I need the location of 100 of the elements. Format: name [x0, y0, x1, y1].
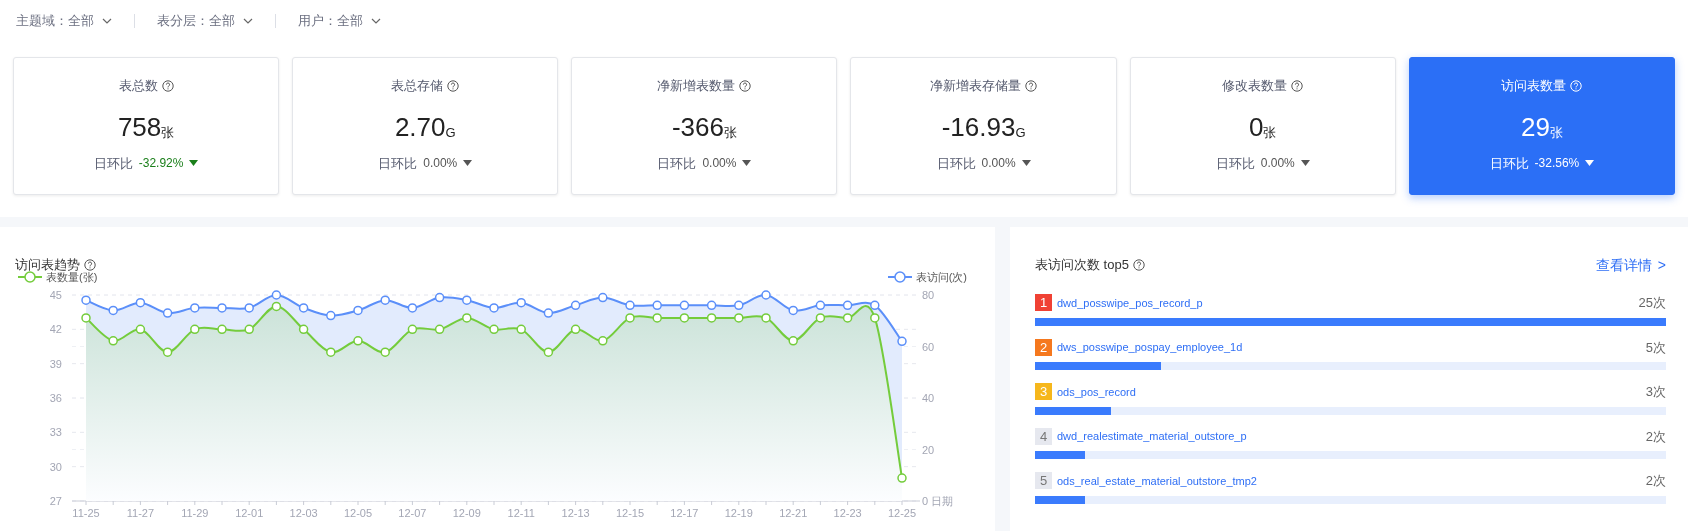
point — [706, 313, 717, 323]
filter-dropdown[interactable]: 用户：全部 — [298, 11, 381, 31]
axis-label: 12-19 — [724, 507, 753, 519]
filter-dropdown[interactable]: 表分层：全部 — [157, 11, 253, 31]
axis-label: 12-17 — [670, 507, 699, 519]
point — [761, 290, 771, 300]
point — [135, 297, 146, 308]
point — [598, 336, 608, 346]
axis-label: 12-05 — [343, 507, 373, 519]
change-label: 日环比 — [1489, 154, 1529, 173]
change-label: 日环比 — [657, 154, 697, 173]
card-value: 2.70 — [394, 111, 446, 142]
table-name-link[interactable]: dwd_realestimate_material_outstore_p — [1057, 428, 1247, 445]
chevron-down-icon — [371, 18, 381, 24]
point — [788, 336, 798, 346]
point — [380, 347, 390, 357]
down-triangle-icon — [742, 160, 752, 167]
point — [570, 300, 581, 311]
chevron-down-icon — [243, 18, 253, 24]
point — [434, 324, 445, 335]
point — [190, 303, 200, 313]
change-value: -32.56% — [1534, 155, 1580, 173]
change-value: -32.92% — [138, 155, 184, 173]
card-title: 修改表数量 — [1222, 77, 1288, 95]
axis-label: 12-13 — [561, 507, 590, 519]
axis-label: 11-25 — [72, 507, 100, 519]
legend-marker-icon — [18, 271, 42, 284]
point — [353, 336, 363, 346]
help-icon — [84, 259, 96, 271]
card-value: -366 — [671, 111, 724, 142]
axis-label: 45 — [49, 289, 62, 301]
point — [815, 300, 826, 311]
card-title: 表总数 — [118, 77, 158, 95]
axis-label: 12-03 — [289, 507, 318, 519]
point — [353, 305, 363, 316]
point — [734, 313, 744, 323]
axis-label: 12-25 — [887, 507, 917, 519]
axis-label: 36 — [49, 392, 62, 404]
table-name-link[interactable]: dws_posswipe_pospay_employee_1d — [1057, 339, 1243, 356]
point — [652, 313, 662, 323]
point — [679, 313, 690, 323]
point — [108, 305, 118, 316]
axis-label: 12-23 — [833, 507, 862, 519]
point — [271, 301, 282, 312]
axis-label: 20 — [922, 443, 935, 456]
table-name-link[interactable]: ods_pos_record — [1057, 383, 1136, 400]
table-name-link[interactable]: ods_real_estate_material_outstore_tmp2 — [1057, 472, 1257, 489]
point — [788, 305, 798, 316]
stat-card[interactable]: 净新增表数量 -366张 日环比 0.00% — [571, 57, 838, 195]
panel-title: 表访问次数 top5 — [1035, 256, 1129, 275]
help-icon — [1570, 79, 1583, 92]
change-value: 0.00% — [702, 155, 737, 173]
point — [135, 324, 146, 335]
change-value: 0.00% — [423, 155, 458, 173]
card-title: 净新增表存储量 — [930, 77, 1022, 95]
unit-label: 张 — [1263, 124, 1277, 142]
point — [407, 303, 418, 313]
point — [298, 303, 309, 313]
point — [434, 292, 445, 303]
point — [516, 297, 526, 308]
point — [462, 295, 472, 305]
stat-card[interactable]: 净新增表存储量 -16.93G 日环比 0.00% — [850, 57, 1117, 195]
point — [734, 300, 744, 311]
axis-label: 12-11 — [507, 507, 535, 519]
point — [543, 347, 554, 357]
point — [462, 313, 472, 323]
point — [489, 303, 499, 313]
unit-label: G — [1015, 124, 1026, 142]
point — [380, 295, 390, 305]
point — [516, 324, 526, 335]
axis-label: 11-27 — [126, 507, 155, 519]
point — [407, 324, 418, 335]
rank-badge: 3 — [1035, 383, 1052, 401]
view-details-link[interactable]: 查看详情 > — [1595, 254, 1666, 276]
down-triangle-icon — [463, 160, 473, 167]
stat-card[interactable]: 表总数 758张 日环比 -32.92% — [13, 57, 280, 195]
card-title: 净新增表数量 — [657, 77, 736, 95]
card-title: 表总存储 — [391, 77, 444, 95]
point — [815, 313, 826, 323]
point — [706, 300, 717, 311]
help-icon — [447, 79, 460, 92]
change-label: 日环比 — [936, 154, 976, 173]
stat-card[interactable]: 访问表数量 29张 日环比 -32.56% — [1408, 57, 1675, 195]
change-label: 日环比 — [378, 154, 418, 173]
point — [244, 303, 254, 313]
filter-dropdown[interactable]: 主题域：全部 — [16, 11, 112, 31]
point — [543, 308, 554, 318]
point — [761, 313, 771, 323]
card-value: 758 — [117, 111, 162, 142]
axis-label: 12-07 — [398, 507, 427, 519]
legend-item[interactable]: 表访问(次) — [887, 269, 967, 286]
stat-card[interactable]: 修改表数量 0张 日环比 0.00% — [1129, 57, 1396, 195]
point — [217, 303, 227, 313]
card-value: 0 — [1249, 111, 1264, 142]
down-triangle-icon — [1300, 160, 1310, 167]
table-name-link[interactable]: dwd_posswipe_pos_record_p — [1057, 294, 1203, 311]
point — [81, 313, 91, 323]
stat-card[interactable]: 表总存储 2.70G 日环比 0.00% — [292, 57, 559, 195]
axis-label: 33 — [49, 426, 62, 439]
unit-label: 张 — [161, 124, 175, 142]
